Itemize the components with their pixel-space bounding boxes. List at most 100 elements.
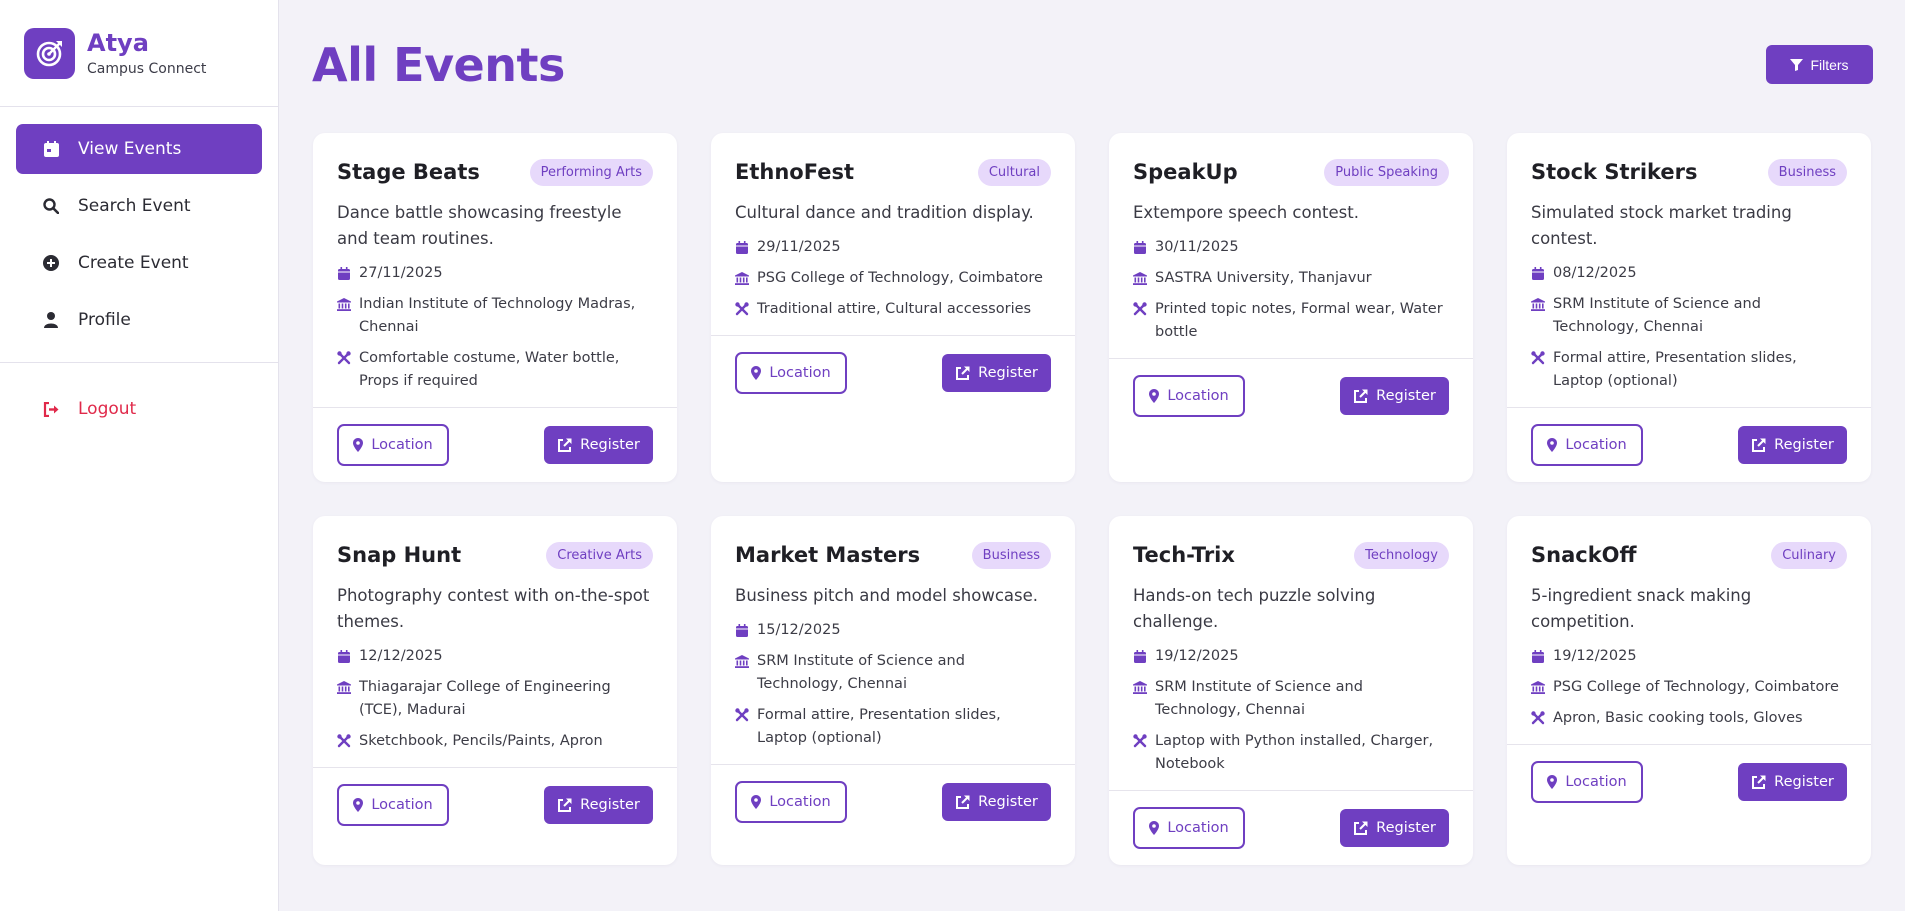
event-card: SpeakUp Public Speaking Extempore speech… (1109, 133, 1473, 482)
event-venue: SRM Institute of Science and Technology,… (1553, 296, 1761, 335)
location-button[interactable]: Location (1531, 424, 1643, 466)
location-label: Location (1167, 388, 1229, 404)
location-button[interactable]: Location (337, 784, 449, 826)
calendar-icon (1133, 649, 1147, 663)
event-requirements: Formal attire, Presentation slides, Lapt… (1553, 350, 1797, 389)
location-label: Location (1565, 774, 1627, 790)
sidebar-item-create-event[interactable]: Create Event (16, 238, 262, 288)
event-venue: Indian Institute of Technology Madras, C… (359, 296, 636, 335)
filters-label: Filters (1810, 56, 1849, 73)
location-label: Location (1565, 437, 1627, 453)
location-button[interactable]: Location (1133, 375, 1245, 417)
plus-circle-icon (42, 254, 60, 272)
external-link-icon (558, 798, 572, 812)
event-venue-row: SRM Institute of Science and Technology,… (735, 650, 1051, 696)
calendar-icon (735, 623, 749, 637)
filters-button[interactable]: Filters (1766, 45, 1873, 84)
location-button[interactable]: Location (1531, 761, 1643, 803)
event-requirements-row: Laptop with Python installed, Charger, N… (1133, 730, 1449, 776)
map-pin-icon (353, 798, 364, 812)
register-button[interactable]: Register (1738, 426, 1847, 464)
event-date-row: 27/11/2025 (337, 262, 653, 285)
event-requirements: Laptop with Python installed, Charger, N… (1155, 733, 1434, 772)
event-date: 30/11/2025 (1155, 239, 1239, 255)
event-title: EthnoFest (735, 160, 854, 184)
category-badge: Performing Arts (529, 158, 653, 186)
event-requirements: Sketchbook, Pencils/Paints, Apron (359, 733, 603, 749)
sidebar-item-search-event[interactable]: Search Event (16, 181, 262, 231)
register-button[interactable]: Register (544, 786, 653, 824)
register-label: Register (978, 365, 1038, 381)
main-content: All Events Filters Stage Beats Performin… (280, 0, 1905, 911)
event-description: Business pitch and model showcase. (735, 586, 1039, 605)
event-date: 29/11/2025 (757, 239, 841, 255)
logout-label: Logout (78, 399, 137, 419)
category-badge: Public Speaking (1324, 158, 1449, 186)
event-description: Cultural dance and tradition display. (735, 203, 1034, 222)
sidebar-item-view-events[interactable]: View Events (16, 124, 262, 174)
event-description: Extempore speech contest. (1133, 203, 1359, 222)
location-button[interactable]: Location (735, 352, 847, 394)
event-venue-row: Thiagarajar College of Engineering (TCE)… (337, 676, 653, 722)
event-venue-row: PSG College of Technology, Coimbatore (1531, 676, 1847, 699)
sidebar-item-label: Profile (78, 310, 131, 330)
calendar-icon (1531, 649, 1545, 663)
event-requirements: Apron, Basic cooking tools, Gloves (1553, 710, 1803, 726)
card-actions: Location Register (711, 764, 1075, 839)
location-button[interactable]: Location (337, 424, 449, 466)
map-pin-icon (751, 795, 762, 809)
register-button[interactable]: Register (1738, 763, 1847, 801)
register-label: Register (1774, 774, 1834, 790)
location-label: Location (1167, 820, 1229, 836)
event-requirements-row: Traditional attire, Cultural accessories (735, 298, 1051, 321)
event-requirements-row: Formal attire, Presentation slides, Lapt… (1531, 347, 1847, 393)
sidebar-item-profile[interactable]: Profile (16, 295, 262, 345)
logout-button[interactable]: Logout (16, 387, 262, 431)
event-date-row: 30/11/2025 (1133, 236, 1449, 259)
event-title: Snap Hunt (337, 543, 462, 567)
map-pin-icon (353, 438, 364, 452)
event-requirements-row: Formal attire, Presentation slides, Lapt… (735, 704, 1051, 750)
event-date: 12/12/2025 (359, 648, 443, 664)
event-date-row: 29/11/2025 (735, 236, 1051, 259)
event-requirements: Formal attire, Presentation slides, Lapt… (757, 707, 1001, 746)
event-date-row: 19/12/2025 (1531, 645, 1847, 668)
event-title: Stock Strikers (1531, 160, 1698, 184)
register-button[interactable]: Register (942, 354, 1051, 392)
location-button[interactable]: Location (735, 781, 847, 823)
register-label: Register (580, 437, 640, 453)
brand-subtitle: Campus Connect (87, 61, 207, 77)
event-venue-row: SASTRA University, Thanjavur (1133, 267, 1449, 290)
category-badge: Business (971, 541, 1051, 569)
event-date: 19/12/2025 (1155, 648, 1239, 664)
register-label: Register (580, 797, 640, 813)
event-description: Simulated stock market trading contest. (1531, 203, 1792, 248)
event-requirements-row: Apron, Basic cooking tools, Gloves (1531, 707, 1847, 730)
event-requirements: Traditional attire, Cultural accessories (757, 301, 1032, 317)
register-button[interactable]: Register (1340, 377, 1449, 415)
event-description: Hands-on tech puzzle solving challenge. (1133, 586, 1376, 631)
register-label: Register (978, 794, 1038, 810)
event-requirements: Comfortable costume, Water bottle, Props… (359, 350, 620, 389)
search-icon (42, 197, 60, 215)
event-requirements-row: Sketchbook, Pencils/Paints, Apron (337, 730, 653, 753)
register-button[interactable]: Register (1340, 809, 1449, 847)
event-date: 19/12/2025 (1553, 648, 1637, 664)
register-button[interactable]: Register (544, 426, 653, 464)
brand-name: Atya (87, 29, 149, 57)
event-date: 08/12/2025 (1553, 265, 1637, 281)
map-pin-icon (1149, 821, 1160, 835)
event-title: Tech-Trix (1133, 543, 1235, 567)
event-venue: SRM Institute of Science and Technology,… (1155, 679, 1363, 718)
tools-icon (1531, 351, 1545, 365)
calendar-icon (337, 266, 351, 280)
location-button[interactable]: Location (1133, 807, 1245, 849)
event-card: Market Masters Business Business pitch a… (711, 516, 1075, 865)
register-button[interactable]: Register (942, 783, 1051, 821)
event-title: SpeakUp (1133, 160, 1238, 184)
event-description: Dance battle showcasing freestyle and te… (337, 203, 622, 248)
tools-icon (735, 708, 749, 722)
tools-icon (1133, 734, 1147, 748)
map-pin-icon (1547, 775, 1558, 789)
external-link-icon (1354, 389, 1368, 403)
